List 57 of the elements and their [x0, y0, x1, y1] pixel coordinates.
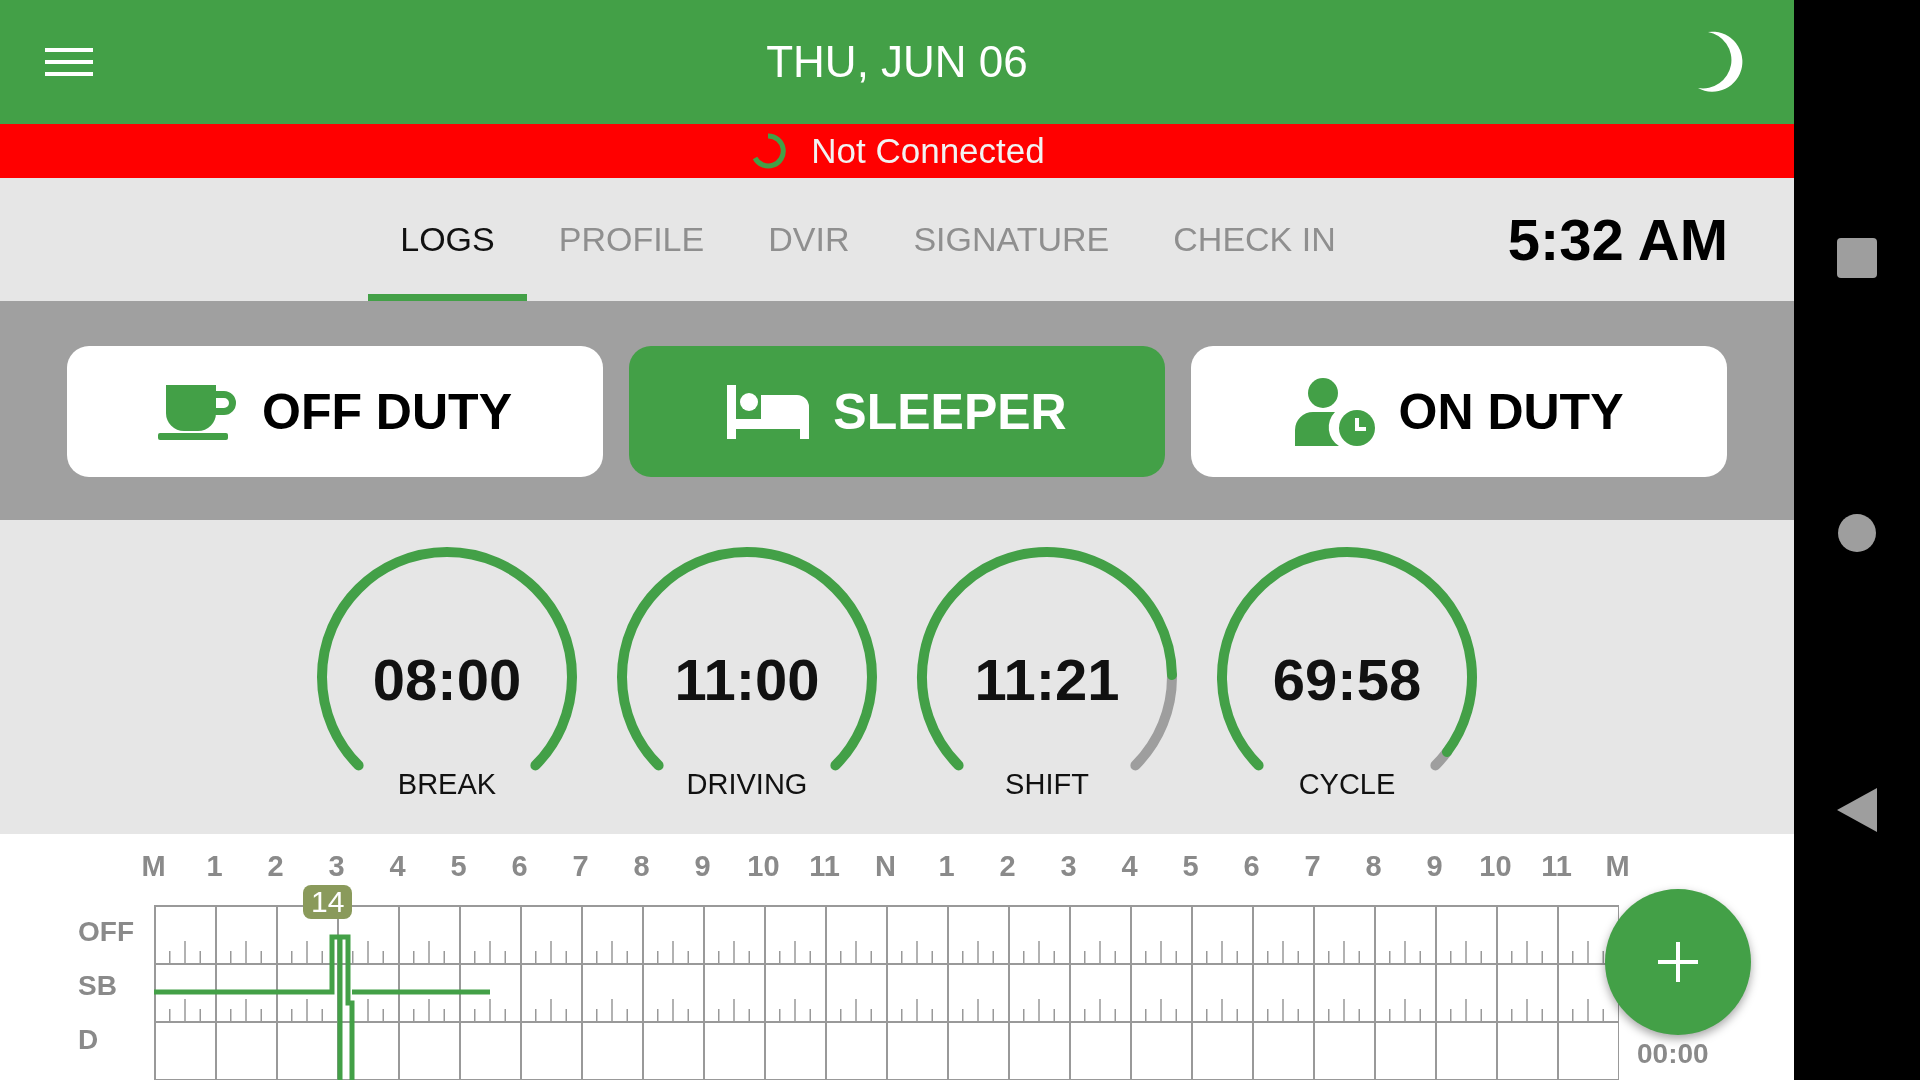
connection-status: Not Connected	[811, 131, 1045, 172]
hour-label: 6	[1242, 850, 1261, 883]
tab[interactable]: CHECK IN	[1141, 178, 1368, 301]
duty-status-button[interactable]: OFF DUTY	[67, 346, 603, 478]
gauge-label: DRIVING	[685, 768, 809, 802]
hour-label: 3	[1059, 850, 1078, 883]
hour-label: 10	[1478, 850, 1513, 883]
gauge-label: SHIFT	[1004, 768, 1090, 802]
tab[interactable]: DVIR	[736, 178, 882, 301]
add-button[interactable]	[1605, 889, 1751, 1035]
hour-label: 11	[1540, 850, 1573, 883]
hour-label: 9	[1425, 850, 1444, 883]
row-label: D	[78, 1023, 100, 1057]
hour-label: 11	[808, 850, 841, 883]
event-marker: 14	[303, 885, 353, 919]
person-clock-icon	[1294, 377, 1375, 446]
hour-label: N	[874, 850, 897, 883]
hour-label: 8	[632, 850, 651, 883]
row-label: OFF	[78, 915, 135, 949]
gauge-value: 11:00	[673, 646, 821, 714]
bed-icon	[727, 384, 810, 439]
hour-label: M	[140, 850, 167, 883]
back-icon[interactable]	[1837, 788, 1877, 833]
date-title: THU, JUN 06	[766, 37, 1028, 88]
gauge-label: CYCLE	[1297, 768, 1397, 802]
gauge-label: BREAK	[396, 768, 498, 802]
hour-label: 2	[998, 850, 1017, 883]
duty-status-button[interactable]: SLEEPER	[629, 346, 1165, 478]
hour-label: 1	[205, 850, 224, 883]
square-icon[interactable]	[1837, 237, 1877, 278]
row-label: SB	[78, 969, 118, 1003]
hour-label: M	[1604, 850, 1631, 883]
hour-label: 7	[571, 850, 590, 883]
gauge-value: 69:58	[1271, 646, 1423, 714]
gauge-value: 11:21	[973, 646, 1121, 714]
hour-label: 6	[510, 850, 529, 883]
plus-icon	[1658, 942, 1698, 982]
hour-label: 4	[1120, 850, 1139, 883]
hour-label: 1	[937, 850, 956, 883]
hour-label: 5	[449, 850, 468, 883]
tab[interactable]: SIGNATURE	[881, 178, 1142, 301]
total-hours: 00:00	[1637, 1038, 1709, 1071]
current-time: 5:32 AM	[1507, 205, 1728, 273]
menu-icon[interactable]	[45, 46, 93, 79]
tab[interactable]: PROFILE	[526, 178, 737, 301]
hour-label: 3	[327, 850, 346, 883]
hour-label: 7	[1303, 850, 1322, 883]
hour-label: 8	[1364, 850, 1383, 883]
hour-label: 10	[746, 850, 781, 883]
duty-status-button[interactable]: ON DUTY	[1191, 346, 1727, 478]
hour-label: 2	[266, 850, 285, 883]
circle-icon[interactable]	[1837, 513, 1877, 553]
gauge-value: 08:00	[371, 646, 523, 714]
hour-label: 5	[1181, 850, 1200, 883]
hour-label: 9	[693, 850, 712, 883]
coffee-cup-icon	[158, 382, 238, 441]
hour-label: 4	[388, 850, 407, 883]
